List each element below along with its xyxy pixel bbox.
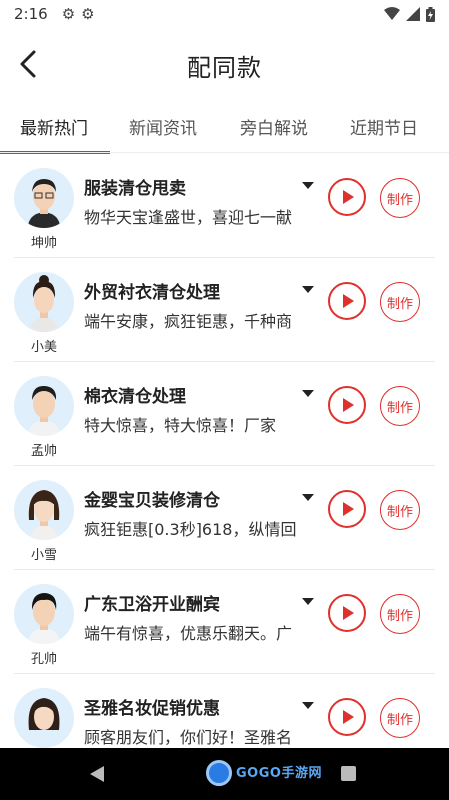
- system-nav-bar: GOGO手游网: [0, 748, 449, 800]
- item-description: 顾客朋友们，你们好！圣雅名: [84, 728, 293, 747]
- tab-bar: 最新热门 新闻资讯 旁白解说 近期节日: [0, 104, 449, 154]
- item-title: 服装清仓甩卖: [84, 179, 186, 199]
- play-icon: [343, 190, 354, 204]
- list-item[interactable]: 小雪 金婴宝贝装修清仓 疯狂钜惠[0.3秒]618，纵情回 制作: [0, 466, 449, 570]
- tab-narration[interactable]: 旁白解说: [240, 114, 308, 139]
- item-title: 外贸衬衣清仓处理: [84, 283, 220, 303]
- dropdown-arrow-icon[interactable]: [302, 182, 314, 189]
- avatar-portrait-icon: [30, 275, 58, 332]
- make-button[interactable]: 制作: [380, 490, 420, 530]
- avatar-name: 孟帅: [30, 444, 57, 459]
- list-item[interactable]: 孟帅 棉衣清仓处理 特大惊喜，特大惊喜！厂家 制作: [0, 362, 449, 466]
- nav-home-icon[interactable]: [206, 760, 232, 786]
- avatar: [14, 168, 74, 228]
- tab-latest-hot[interactable]: 最新热门: [20, 114, 88, 139]
- avatar: [14, 272, 74, 332]
- watermark-logo: GOGO手游网: [236, 766, 322, 781]
- play-button[interactable]: [328, 698, 366, 736]
- avatar-portrait-icon: [28, 179, 60, 228]
- make-button[interactable]: 制作: [380, 594, 420, 634]
- header: 配同款: [0, 28, 449, 100]
- item-title: 圣雅名妆促销优惠: [84, 699, 220, 719]
- dropdown-arrow-icon[interactable]: [302, 390, 314, 397]
- list-item[interactable]: 孔帅 广东卫浴开业酬宾 端午有惊喜，优惠乐翻天。广 制作: [0, 570, 449, 674]
- tab-news[interactable]: 新闻资讯: [129, 114, 197, 139]
- play-icon: [343, 398, 354, 412]
- play-button[interactable]: [328, 490, 366, 528]
- avatar-name: 孔帅: [30, 652, 57, 667]
- gear-icon: ⚙: [61, 5, 76, 23]
- item-title: 金婴宝贝装修清仓: [84, 491, 220, 511]
- tab-holidays[interactable]: 近期节日: [350, 114, 418, 139]
- item-title: 广东卫浴开业酬宾: [84, 595, 220, 615]
- list-item[interactable]: 圣雅名妆促销优惠 顾客朋友们，你们好！圣雅名 制作: [0, 674, 449, 748]
- dropdown-arrow-icon[interactable]: [302, 494, 314, 501]
- item-description: 端午有惊喜，优惠乐翻天。广: [84, 624, 293, 643]
- tabs-divider: [0, 152, 449, 153]
- item-description: 物华天宝逢盛世，喜迎七一献: [84, 208, 293, 227]
- play-button[interactable]: [328, 386, 366, 424]
- list-item[interactable]: 坤帅 服装清仓甩卖 物华天宝逢盛世，喜迎七一献 制作: [0, 154, 449, 258]
- nav-back-icon[interactable]: [90, 766, 104, 782]
- item-description: 端午安康，疯狂钜惠，千种商: [84, 312, 293, 331]
- avatar-portrait-icon: [28, 593, 60, 644]
- page-title: 配同款: [187, 54, 262, 82]
- dropdown-arrow-icon[interactable]: [302, 286, 314, 293]
- item-description: 疯狂钜惠[0.3秒]618，纵情回: [84, 520, 297, 539]
- avatar: [14, 480, 74, 540]
- avatar: [14, 376, 74, 436]
- status-time: 2:16: [14, 5, 48, 23]
- dropdown-arrow-icon[interactable]: [302, 702, 314, 709]
- dropdown-arrow-icon[interactable]: [302, 598, 314, 605]
- avatar-portrait-icon: [28, 490, 60, 540]
- play-icon: [343, 502, 354, 516]
- status-bar: 2:16 ⚙ ⚙: [0, 0, 449, 28]
- battery-icon: [426, 6, 435, 22]
- play-icon: [343, 606, 354, 620]
- avatar-portrait-icon: [28, 385, 60, 436]
- make-button[interactable]: 制作: [380, 386, 420, 426]
- list-item[interactable]: 小美 外贸衬衣清仓处理 端午安康，疯狂钜惠，千种商 制作: [0, 258, 449, 362]
- make-button[interactable]: 制作: [380, 698, 420, 738]
- play-icon: [343, 710, 354, 724]
- item-title: 棉衣清仓处理: [84, 387, 186, 407]
- gear-icon: ⚙: [81, 5, 95, 23]
- avatar: [14, 584, 74, 644]
- avatar-name: 小美: [30, 340, 57, 355]
- avatar-name: 小雪: [30, 548, 57, 563]
- avatar-name: 坤帅: [30, 236, 57, 251]
- wifi-icon: [384, 7, 400, 20]
- signal-icon: [406, 7, 420, 21]
- play-button[interactable]: [328, 594, 366, 632]
- make-button[interactable]: 制作: [380, 282, 420, 322]
- play-button[interactable]: [328, 282, 366, 320]
- avatar-portrait-icon: [28, 698, 60, 730]
- play-button[interactable]: [328, 178, 366, 216]
- make-button[interactable]: 制作: [380, 178, 420, 218]
- play-icon: [343, 294, 354, 308]
- item-description: 特大惊喜，特大惊喜！厂家: [84, 416, 277, 435]
- nav-recents-icon[interactable]: [341, 766, 356, 781]
- template-list: 坤帅 服装清仓甩卖 物华天宝逢盛世，喜迎七一献 制作 小美 外贸衬衣清仓处理 端…: [0, 154, 449, 748]
- avatar: [14, 688, 74, 748]
